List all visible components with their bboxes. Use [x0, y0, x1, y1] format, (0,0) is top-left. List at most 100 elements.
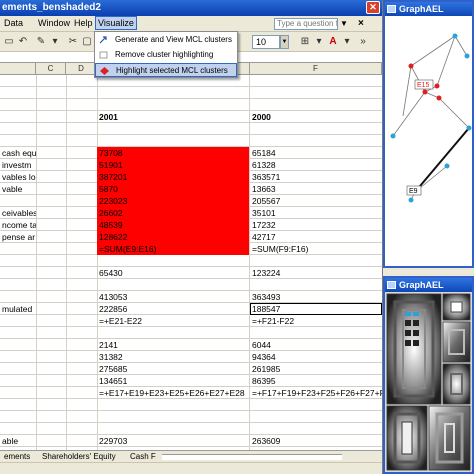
treemap-drawing[interactable]: [385, 292, 472, 472]
chevron-down-icon[interactable]: ▼: [340, 19, 348, 28]
cell-e[interactable]: 275685: [97, 363, 249, 375]
cell-f[interactable]: 6044: [250, 339, 382, 351]
cell-f[interactable]: 205567: [250, 195, 382, 207]
cell-e[interactable]: [97, 411, 249, 423]
cell-f[interactable]: [250, 123, 382, 135]
cell-f[interactable]: =+F21-F22: [250, 315, 382, 327]
close-workbook-icon[interactable]: ×: [358, 18, 364, 29]
cell-label[interactable]: [0, 255, 36, 267]
cell-f[interactable]: 188547: [250, 303, 382, 315]
cell-f[interactable]: 94364: [250, 351, 382, 363]
toolbar-options-icon[interactable]: »: [356, 35, 370, 48]
column-header-d[interactable]: D: [66, 63, 97, 75]
copy-icon[interactable]: ▢: [80, 35, 94, 48]
select-all-corner[interactable]: [0, 63, 36, 75]
borders-icon[interactable]: ⊞: [298, 35, 312, 48]
cell-f[interactable]: 42717: [250, 231, 382, 243]
graph-canvas[interactable]: E15 E9: [385, 16, 472, 266]
cell-label[interactable]: [0, 87, 36, 99]
column-header-f[interactable]: F: [250, 63, 382, 75]
cell-grid[interactable]: 2001 2000 cash equ 73708 65184 investm 51901 61…: [0, 75, 382, 450]
close-icon[interactable]: ✕: [366, 1, 380, 14]
cell-label[interactable]: [0, 135, 36, 147]
cell-e[interactable]: 73708: [97, 147, 249, 159]
borders-chevron-icon[interactable]: ▾: [312, 35, 326, 48]
graph-drawing[interactable]: E15 E9: [385, 16, 472, 266]
cell-label[interactable]: [0, 411, 36, 423]
cell-e[interactable]: [97, 255, 249, 267]
menu-window[interactable]: Window: [38, 18, 70, 28]
cell-f[interactable]: [250, 423, 382, 435]
undo-icon[interactable]: ↶: [16, 35, 30, 48]
cell-f[interactable]: 261985: [250, 363, 382, 375]
column-header-c[interactable]: C: [36, 63, 66, 75]
cell-label[interactable]: [0, 351, 36, 363]
cell-label[interactable]: [0, 423, 36, 435]
cell-e[interactable]: =+E17+E19+E23+E25+E26+E27+E28: [97, 387, 249, 399]
cell-e[interactable]: [97, 99, 249, 111]
cell-label[interactable]: [0, 123, 36, 135]
cell-e[interactable]: 413053: [97, 291, 249, 303]
treemap-canvas[interactable]: [385, 292, 472, 472]
cell-label[interactable]: ncome ta: [0, 219, 36, 231]
cell-f[interactable]: 61328: [250, 159, 382, 171]
cell-f[interactable]: 13663: [250, 183, 382, 195]
cell-f[interactable]: 363493: [250, 291, 382, 303]
menu-help[interactable]: Help: [74, 18, 93, 28]
cell-f[interactable]: [250, 135, 382, 147]
cell-label[interactable]: mulated: [0, 303, 36, 315]
cell-label[interactable]: vable: [0, 183, 36, 195]
cell-f[interactable]: 65184: [250, 147, 382, 159]
cell-f[interactable]: [250, 411, 382, 423]
cell-f[interactable]: =SUM(F9:F16): [250, 243, 382, 255]
cell-e[interactable]: 128622: [97, 231, 249, 243]
font-color-icon[interactable]: A: [326, 35, 340, 48]
cell-label[interactable]: investm: [0, 159, 36, 171]
cell-label[interactable]: [0, 399, 36, 411]
cell-e[interactable]: 223023: [97, 195, 249, 207]
menu-item-highlight-clusters[interactable]: Highlight selected MCL clusters: [95, 63, 237, 77]
menu-data[interactable]: Data: [4, 18, 23, 28]
cell-f[interactable]: [250, 279, 382, 291]
cell-label[interactable]: able: [0, 435, 36, 447]
cell-label[interactable]: [0, 363, 36, 375]
cell-label[interactable]: vables lo: [0, 171, 36, 183]
cell-f[interactable]: [250, 399, 382, 411]
cell-f[interactable]: 17232: [250, 219, 382, 231]
cell-e[interactable]: 26602: [97, 207, 249, 219]
horizontal-scrollbar[interactable]: [162, 454, 342, 460]
font-size-chevron-icon[interactable]: ▼: [280, 35, 289, 49]
cell-label[interactable]: [0, 279, 36, 291]
menu-visualize[interactable]: Visualize: [95, 16, 137, 30]
menu-item-remove-highlighting[interactable]: Remove cluster highlighting: [95, 48, 237, 62]
cell-f[interactable]: 86395: [250, 375, 382, 387]
font-color-chevron-icon[interactable]: ▾: [340, 35, 354, 48]
help-question-input[interactable]: Type a question for help: [274, 18, 338, 30]
cell-e[interactable]: [97, 123, 249, 135]
cell-e[interactable]: 222856: [97, 303, 249, 315]
cell-f[interactable]: 363571: [250, 171, 382, 183]
open-icon[interactable]: ▭: [2, 35, 16, 48]
cell-f[interactable]: [250, 75, 382, 87]
cell-e[interactable]: 5870: [97, 183, 249, 195]
cell-e[interactable]: 51901: [97, 159, 249, 171]
cell-e[interactable]: 31382: [97, 351, 249, 363]
cell-f[interactable]: 263609: [250, 435, 382, 447]
cell-e[interactable]: =SUM(E9:E16): [97, 243, 249, 255]
cut-icon[interactable]: ✂: [66, 35, 80, 48]
cell-label[interactable]: [0, 375, 36, 387]
cell-e[interactable]: 387201: [97, 171, 249, 183]
cell-label[interactable]: [0, 195, 36, 207]
cell-label[interactable]: [0, 111, 36, 123]
cell-e[interactable]: [97, 399, 249, 411]
format-painter-icon[interactable]: ✎: [34, 35, 48, 48]
cell-f[interactable]: [250, 327, 382, 339]
dropdown-icon[interactable]: ▾: [48, 35, 62, 48]
cell-f[interactable]: 2000: [250, 111, 382, 123]
cell-label[interactable]: [0, 99, 36, 111]
cell-e[interactable]: =+E21-E22: [97, 315, 249, 327]
cell-f[interactable]: =+F17+F19+F23+F25+F26+F27+F28: [250, 387, 382, 399]
cell-f[interactable]: [250, 255, 382, 267]
cell-e[interactable]: [97, 327, 249, 339]
cell-label[interactable]: pense ar: [0, 231, 36, 243]
